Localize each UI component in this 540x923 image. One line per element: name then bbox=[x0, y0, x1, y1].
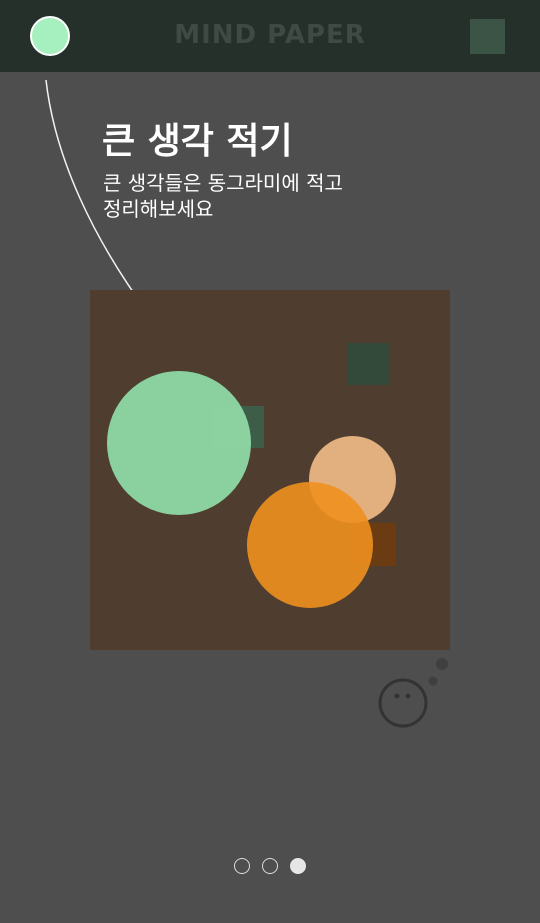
onboarding-screen: MIND PAPER 큰 생각 적기 큰 생각들은 동그라미에 적고 정리해보세… bbox=[0, 0, 540, 923]
circle-node[interactable] bbox=[247, 482, 373, 608]
coach-title: 큰 생각 적기 bbox=[102, 121, 293, 162]
page-dot[interactable] bbox=[262, 858, 278, 874]
circle-node[interactable] bbox=[107, 371, 251, 515]
coach-description: 큰 생각들은 동그라미에 적고 정리해보세요 bbox=[103, 171, 343, 221]
mind-map-canvas[interactable] bbox=[90, 290, 450, 650]
page-dot-active[interactable] bbox=[290, 858, 306, 874]
app-title: MIND PAPER bbox=[174, 20, 366, 50]
square-node[interactable] bbox=[347, 343, 389, 385]
add-square-button[interactable] bbox=[470, 19, 505, 54]
thinking-face-icon bbox=[378, 658, 448, 728]
page-indicator bbox=[0, 858, 540, 874]
page-dot[interactable] bbox=[234, 858, 250, 874]
top-bar: MIND PAPER bbox=[0, 0, 540, 72]
